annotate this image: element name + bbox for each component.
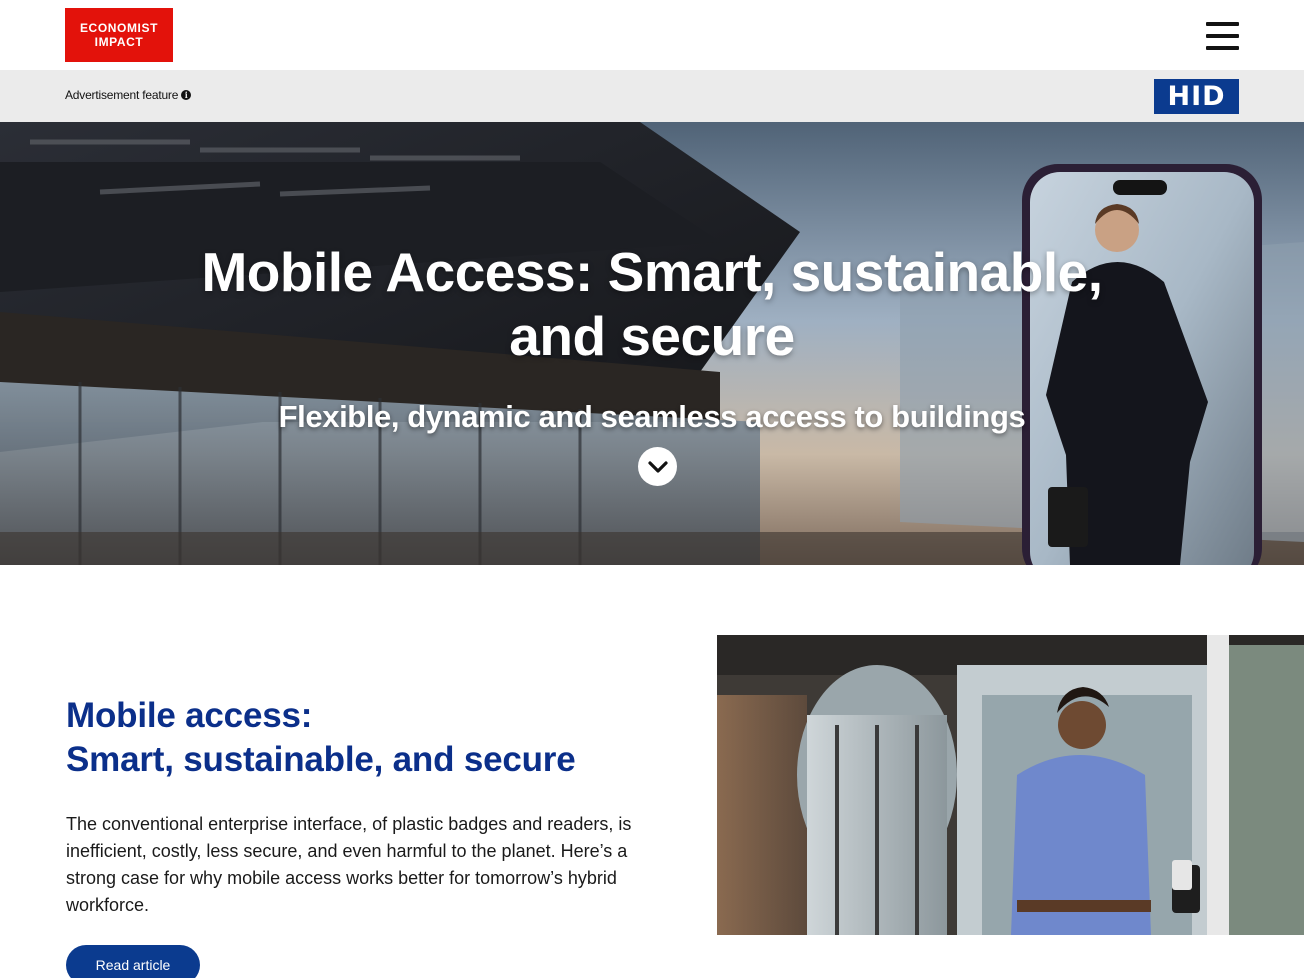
hero-title: Mobile Access: Smart, sustainable, and s… — [160, 240, 1144, 368]
advertisement-feature-label[interactable]: Advertisement feature i — [65, 88, 192, 102]
info-icon[interactable]: i — [181, 90, 192, 100]
advertisement-strip: Advertisement feature i HID — [0, 70, 1304, 122]
site-header: ECONOMIST IMPACT — [0, 0, 1304, 70]
logo-line-1: ECONOMIST — [79, 21, 159, 35]
hid-logo-text: HID — [1167, 81, 1226, 112]
article-title-line-1: Mobile access: — [66, 696, 313, 735]
hero-subtitle: Flexible, dynamic and seamless access to… — [278, 399, 1026, 434]
menu-bar — [1206, 46, 1239, 50]
article-title: Mobile access: Smart, sustainable, and s… — [66, 694, 686, 782]
menu-bar — [1206, 34, 1239, 38]
advertisement-feature-text: Advertisement feature — [65, 88, 179, 102]
hero-banner: Mobile Access: Smart, sustainable, and s… — [0, 122, 1304, 565]
hero-title-line-1: Mobile Access: Smart, sustainable, — [201, 241, 1103, 303]
scroll-down-button[interactable] — [638, 447, 677, 486]
menu-bar — [1206, 22, 1239, 26]
article-photo — [717, 635, 1304, 935]
chevron-down-icon — [647, 460, 668, 473]
article-summary: The conventional enterprise interface, o… — [66, 814, 632, 915]
person-using-phone-at-door-image — [717, 635, 1304, 935]
economist-impact-logo[interactable]: ECONOMIST IMPACT — [65, 8, 173, 62]
logo-line-2: IMPACT — [94, 35, 144, 49]
hero-title-line-2: and secure — [509, 305, 795, 367]
hid-sponsor-logo[interactable]: HID — [1154, 79, 1239, 114]
article-title-line-2: Smart, sustainable, and secure — [66, 740, 576, 779]
hamburger-menu-icon[interactable] — [1206, 22, 1240, 52]
read-article-button[interactable]: Read article — [66, 945, 200, 978]
